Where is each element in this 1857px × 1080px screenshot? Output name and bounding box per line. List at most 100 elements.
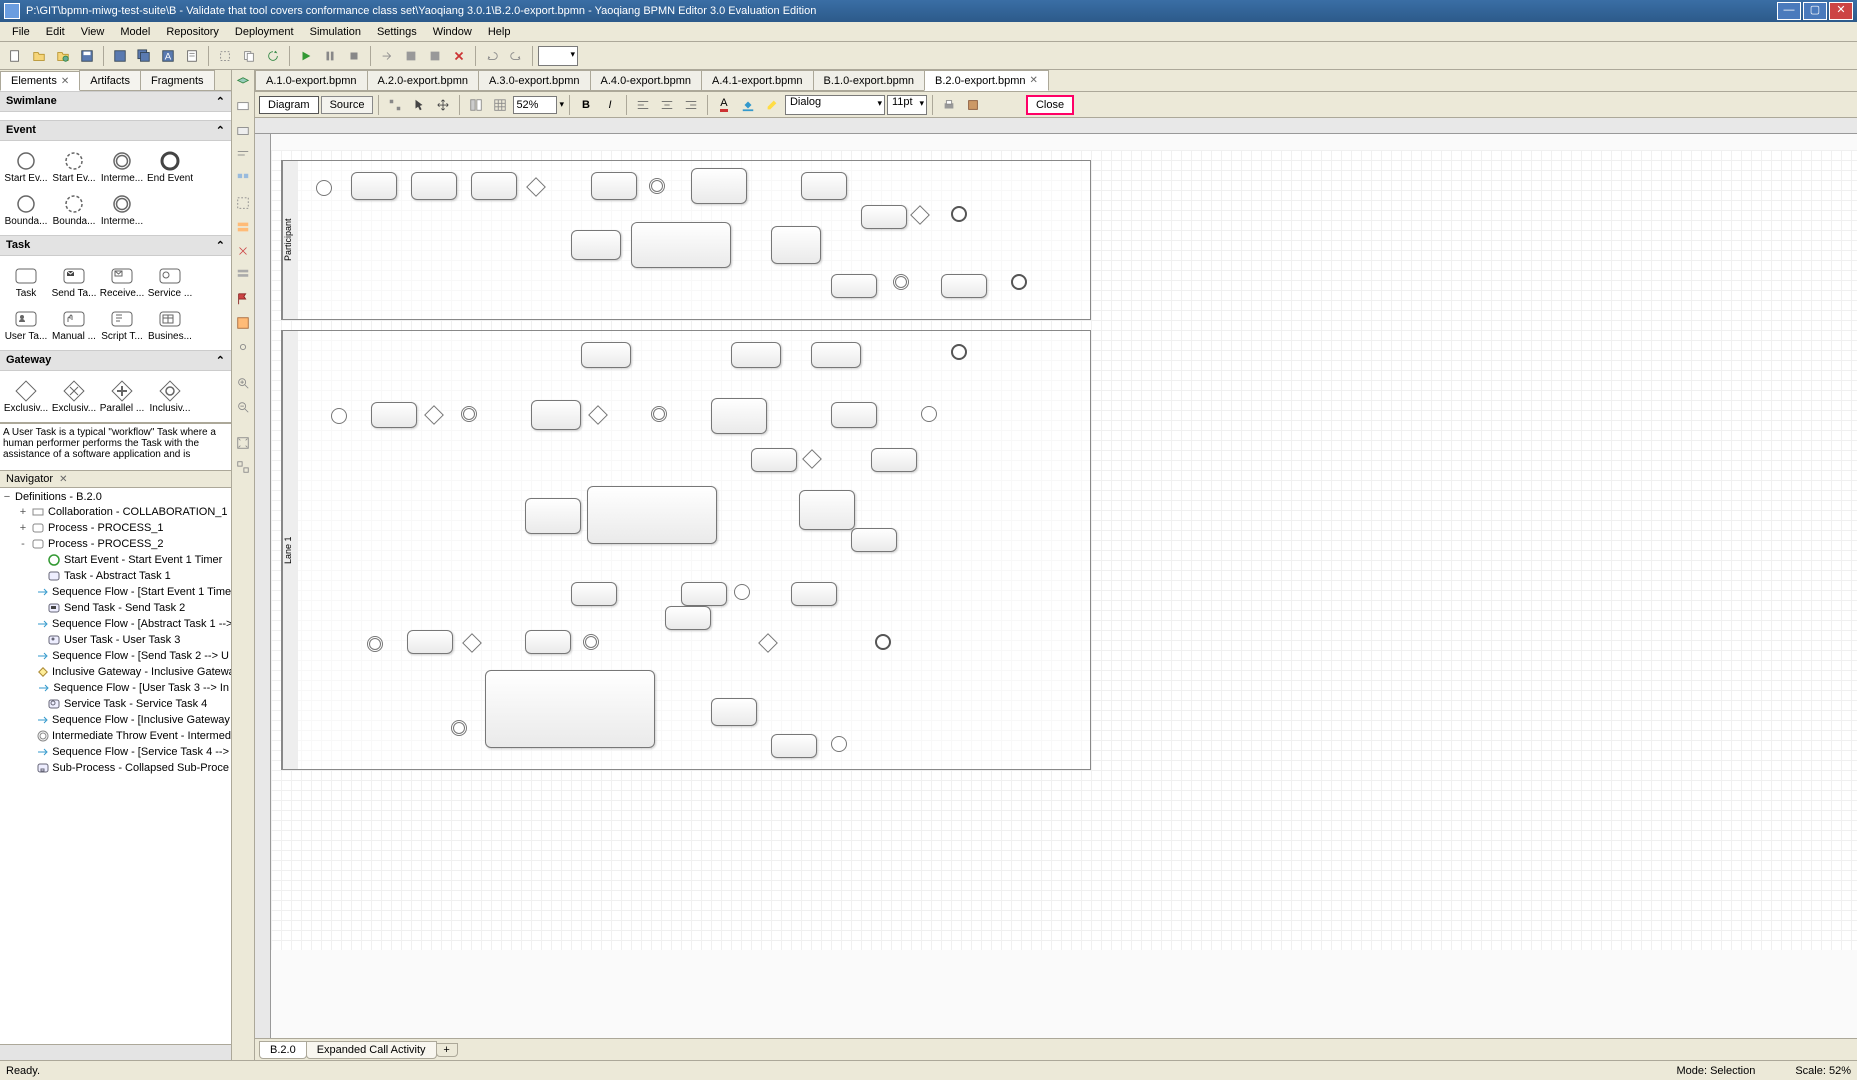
- bpmn-event[interactable]: [921, 406, 937, 422]
- tree-expand-icon[interactable]: -: [18, 538, 28, 550]
- italic-icon[interactable]: I: [599, 94, 621, 116]
- redo-icon[interactable]: [505, 45, 527, 67]
- bpmn-expanded-subprocess[interactable]: [587, 486, 717, 544]
- bpmn-subprocess[interactable]: [691, 168, 747, 204]
- file-tab[interactable]: B.2.0-export.bpmn✕: [924, 70, 1049, 91]
- font-color-icon[interactable]: A: [713, 94, 735, 116]
- saveas-icon[interactable]: A: [157, 45, 179, 67]
- tree-node[interactable]: Start Event - Start Event 1 Timer: [2, 552, 229, 568]
- open-folder-icon[interactable]: [52, 45, 74, 67]
- tree-expand-icon[interactable]: +: [18, 522, 28, 534]
- navigator-tree[interactable]: −Definitions - B.2.0+Collaboration - COL…: [0, 488, 231, 1044]
- bpmn-task[interactable]: [371, 402, 417, 428]
- bpmn-task[interactable]: [711, 698, 757, 726]
- navigator-close-icon[interactable]: ✕: [59, 474, 67, 485]
- palette-group-swimlane[interactable]: Swimlane⌃: [0, 91, 231, 112]
- bottom-tab[interactable]: B.2.0: [259, 1041, 307, 1059]
- palette-tab-elements[interactable]: Elements✕: [0, 71, 80, 91]
- tree-node[interactable]: Sub-Process - Collapsed Sub-Proce: [2, 760, 229, 776]
- bpmn-task[interactable]: [831, 402, 877, 428]
- menu-repository[interactable]: Repository: [158, 24, 227, 40]
- palette-item-bounda-[interactable]: Bounda...: [50, 188, 98, 231]
- new-icon[interactable]: [4, 45, 26, 67]
- vtool-swim-icon[interactable]: [232, 216, 254, 238]
- tree-node[interactable]: Service Task - Service Task 4: [2, 696, 229, 712]
- tree-node[interactable]: +Process - PROCESS_1: [2, 520, 229, 536]
- bpmn-end-event[interactable]: [951, 206, 967, 222]
- tree-node[interactable]: Sequence Flow - [Inclusive Gateway: [2, 712, 229, 728]
- bpmn-task[interactable]: [351, 172, 397, 200]
- vtool-fit-icon[interactable]: [232, 432, 254, 454]
- palette-item-inclusiv-[interactable]: Inclusiv...: [146, 375, 194, 418]
- palette-group-task[interactable]: Task⌃: [0, 235, 231, 256]
- pause-icon[interactable]: [319, 45, 341, 67]
- tree-node[interactable]: +Collaboration - COLLABORATION_1: [2, 504, 229, 520]
- file-tab[interactable]: B.1.0-export.bpmn: [813, 70, 926, 91]
- bpmn-task[interactable]: [681, 582, 727, 606]
- vtool-flag-icon[interactable]: [232, 288, 254, 310]
- menu-help[interactable]: Help: [480, 24, 519, 40]
- vtool-zoomin-icon[interactable]: [232, 372, 254, 394]
- palette-item-exclusiv-[interactable]: Exclusiv...: [50, 375, 98, 418]
- vtool-zoomout-icon[interactable]: [232, 396, 254, 418]
- zoom-input[interactable]: [513, 96, 557, 114]
- bpmn-task[interactable]: [861, 205, 907, 229]
- highlight-icon[interactable]: [761, 94, 783, 116]
- step3-icon[interactable]: [424, 45, 446, 67]
- align-right-icon[interactable]: [680, 94, 702, 116]
- bpmn-task[interactable]: [407, 630, 453, 654]
- diagram-canvas[interactable]: Participant Lane 1: [255, 118, 1857, 1038]
- cut-icon[interactable]: [214, 45, 236, 67]
- bpmn-task[interactable]: [571, 230, 621, 260]
- bpmn-task[interactable]: [581, 342, 631, 368]
- tree-node[interactable]: -Process - PROCESS_2: [2, 536, 229, 552]
- bpmn-start-event[interactable]: [316, 180, 332, 196]
- vtool-delete-icon[interactable]: [232, 240, 254, 262]
- menu-edit[interactable]: Edit: [38, 24, 73, 40]
- diagram-mode-button[interactable]: Diagram: [259, 96, 319, 114]
- vtool-list-icon[interactable]: [232, 168, 254, 190]
- copy-icon[interactable]: [238, 45, 260, 67]
- vtool-msg-icon[interactable]: [232, 96, 254, 118]
- pointer-icon[interactable]: [408, 94, 430, 116]
- bpmn-task[interactable]: [591, 172, 637, 200]
- bpmn-event[interactable]: [831, 736, 847, 752]
- pool-lane[interactable]: Lane 1: [281, 330, 1091, 770]
- minimize-button[interactable]: —: [1777, 2, 1801, 20]
- fontsize-combo[interactable]: 11pt: [887, 95, 927, 115]
- bpmn-task[interactable]: [941, 274, 987, 298]
- tree-node[interactable]: Sequence Flow - [Send Task 2 --> U: [2, 648, 229, 664]
- open-icon[interactable]: [28, 45, 50, 67]
- step-icon[interactable]: [376, 45, 398, 67]
- menu-simulation[interactable]: Simulation: [302, 24, 369, 40]
- tree-expand-icon[interactable]: −: [2, 491, 12, 503]
- vtool-align-icon[interactable]: [232, 144, 254, 166]
- file-tab-close-icon[interactable]: ✕: [1030, 75, 1038, 86]
- align-center-icon[interactable]: [656, 94, 678, 116]
- bpmn-intermediate-event[interactable]: [893, 274, 909, 290]
- palette-tab-artifacts[interactable]: Artifacts: [79, 70, 141, 90]
- palette-item-start-ev-[interactable]: Start Ev...: [50, 145, 98, 188]
- palette-item-interme-[interactable]: Interme...: [98, 188, 146, 231]
- bpmn-event[interactable]: [451, 720, 467, 736]
- vtool-sel-icon[interactable]: [232, 312, 254, 334]
- maximize-button[interactable]: ▢: [1803, 2, 1827, 20]
- file-tab[interactable]: A.4.0-export.bpmn: [590, 70, 703, 91]
- bpmn-task[interactable]: [665, 606, 711, 630]
- bpmn-task[interactable]: [471, 172, 517, 200]
- vtool-group-icon[interactable]: [232, 192, 254, 214]
- layout-icon[interactable]: [465, 94, 487, 116]
- add-tab-button[interactable]: +: [436, 1043, 458, 1057]
- tree-node[interactable]: Sequence Flow - [Abstract Task 1 -->: [2, 616, 229, 632]
- vtool-gear-icon[interactable]: [232, 336, 254, 358]
- refresh-icon[interactable]: [262, 45, 284, 67]
- file-tab[interactable]: A.3.0-export.bpmn: [478, 70, 591, 91]
- tree-node[interactable]: Sequence Flow - [Service Task 4 -->: [2, 744, 229, 760]
- vtool-rect-icon[interactable]: [232, 120, 254, 142]
- move-icon[interactable]: [432, 94, 454, 116]
- step2-icon[interactable]: [400, 45, 422, 67]
- grid-snap-icon[interactable]: [384, 94, 406, 116]
- export-icon[interactable]: [962, 94, 984, 116]
- palette-item-manual-[interactable]: Manual ...: [50, 303, 98, 346]
- toolbar-combo[interactable]: [538, 46, 578, 66]
